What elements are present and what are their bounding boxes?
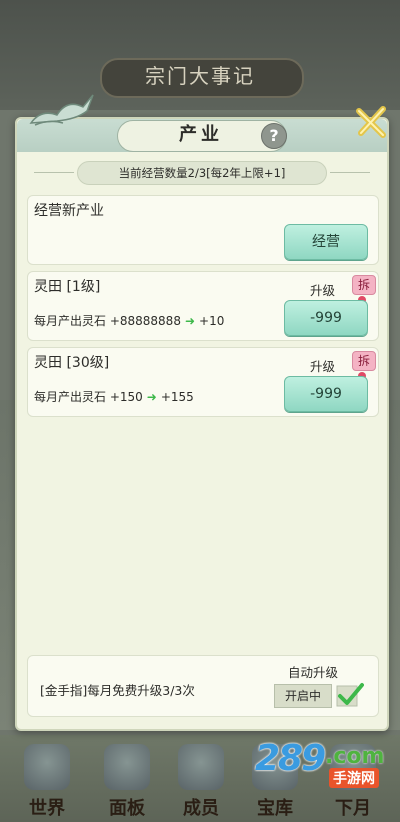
help-icon[interactable]: ?	[261, 123, 287, 149]
arrow-right-icon: ➜	[146, 390, 157, 404]
upgrade-label: 升级	[310, 359, 336, 374]
toggle-status-text: 开启中	[274, 684, 332, 708]
industry-item-title: 灵田 [1级]	[34, 279, 101, 295]
watermark-domain: .com	[325, 744, 385, 769]
auto-upgrade-label: 自动升级	[288, 665, 339, 680]
members-icon	[178, 744, 224, 790]
auto-upgrade-panel: [金手指]每月免费升级3/3次 自动升级 开启中	[27, 655, 379, 717]
cloud-ornament-icon	[29, 94, 94, 126]
nav-treasury-label: 宝库	[257, 798, 293, 819]
output-current: 每月产出灵石 +150	[34, 390, 143, 404]
nav-world[interactable]: 世界	[12, 740, 82, 822]
industry-item-title: 灵田 [30级]	[34, 355, 110, 371]
nav-panel-label: 面板	[109, 798, 145, 819]
background-title: 宗门大事记	[145, 64, 255, 88]
industry-item-card: 灵田 [30级] 每月产出灵石 +150 ➜ +155 升级 拆 -999	[27, 347, 379, 417]
operate-button[interactable]: 经营	[284, 224, 368, 260]
nav-world-label: 世界	[29, 798, 65, 819]
nav-members-label: 成员	[183, 798, 219, 819]
upgrade-cost-button[interactable]: -999	[284, 376, 368, 412]
industry-item-output: 每月产出灵石 +88888888 ➜ +10	[34, 312, 224, 329]
dismantle-button[interactable]: 拆	[352, 351, 376, 371]
industry-item-card: 灵田 [1级] 每月产出灵石 +88888888 ➜ +10 升级 拆 -999	[27, 271, 379, 341]
nav-members[interactable]: 成员	[166, 740, 236, 822]
business-count-banner: 当前经营数量2/3[每2年上限+1]	[34, 161, 370, 185]
output-current: 每月产出灵石 +88888888	[34, 314, 181, 328]
nav-next-month-label: 下月	[335, 798, 371, 819]
watermark-sub: 手游网	[329, 768, 379, 788]
industry-item-output: 每月产出灵石 +150 ➜ +155	[34, 388, 194, 405]
arrow-right-icon: ➜	[184, 314, 196, 328]
output-next: +155	[160, 390, 194, 404]
output-next: +10	[199, 314, 225, 328]
new-business-card: 经营新产业 经营	[27, 195, 379, 265]
site-watermark: 289 .com 手游网	[255, 738, 395, 794]
upgrade-label: 升级	[310, 283, 336, 298]
industry-dialog: 产业 ? 当前经营数量2/3[每2年上限+1] 经营新产业 经营 灵田 [1级]…	[15, 94, 389, 731]
nav-panel[interactable]: 面板	[92, 740, 162, 822]
panel-icon	[104, 744, 150, 790]
world-icon	[24, 744, 70, 790]
upgrade-cost-button[interactable]: -999	[284, 300, 368, 336]
free-upgrade-text: [金手指]每月免费升级3/3次	[40, 683, 195, 698]
close-icon[interactable]	[353, 103, 391, 143]
new-business-title: 经营新产业	[34, 203, 104, 219]
dismantle-button[interactable]: 拆	[352, 275, 376, 295]
checkmark-icon	[336, 683, 364, 707]
watermark-number: 289	[255, 738, 326, 779]
dialog-title: 产业	[179, 124, 223, 145]
auto-upgrade-toggle[interactable]: 开启中	[274, 683, 366, 708]
